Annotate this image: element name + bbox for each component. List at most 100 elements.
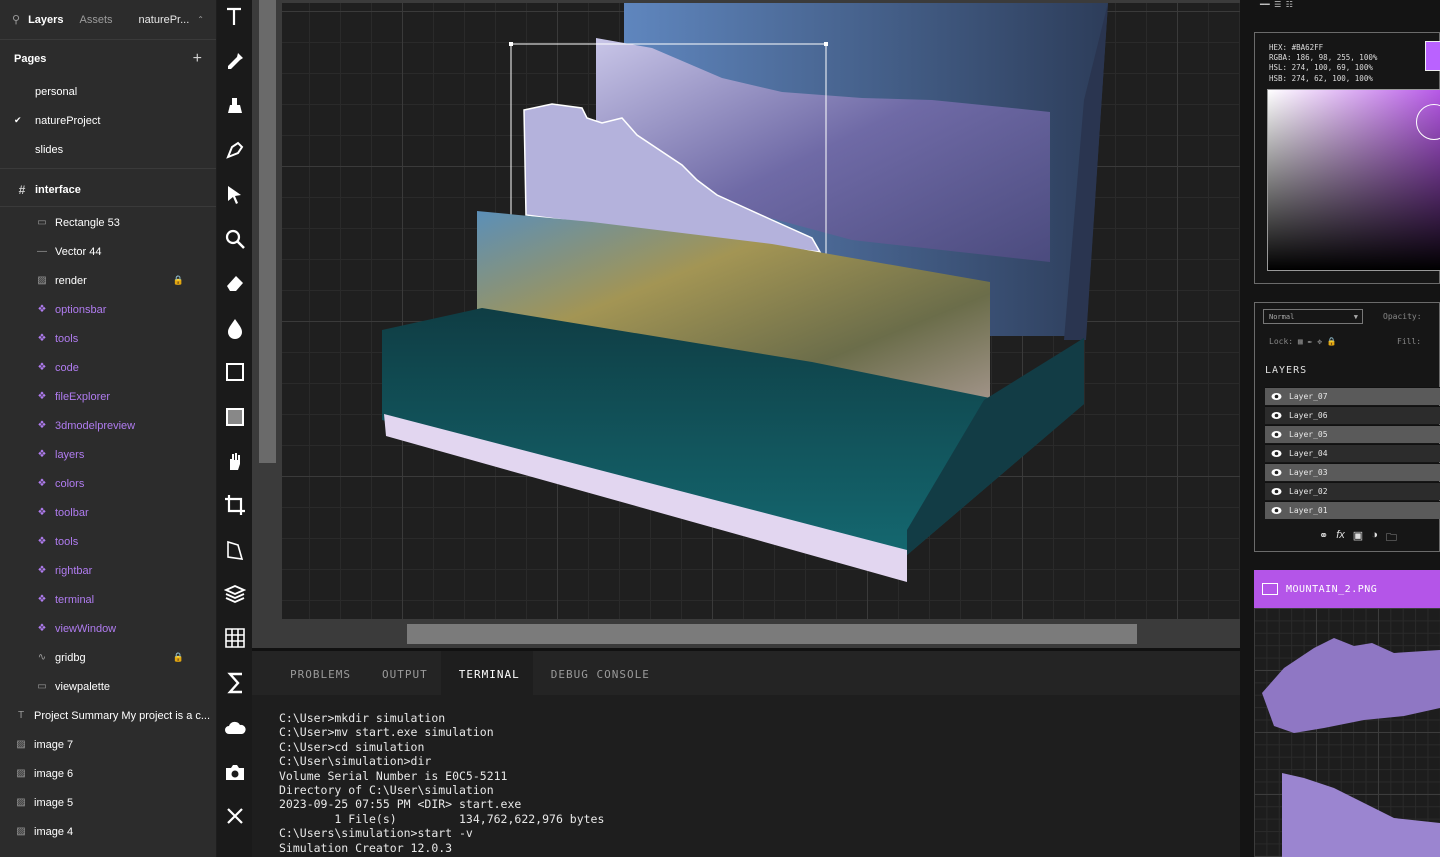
view-window[interactable] [252, 0, 1240, 648]
layer-item[interactable]: ❖ rightbar [0, 556, 216, 585]
layer-item[interactable]: ❖ tools [0, 324, 216, 353]
curves-icon[interactable] [223, 671, 247, 695]
layer-row[interactable]: Layer_03 [1265, 463, 1440, 481]
pages-header: Pages + [0, 41, 216, 77]
picker-handle[interactable] [1416, 104, 1440, 140]
eye-icon[interactable] [1271, 411, 1282, 420]
layer-item[interactable]: ▨ render 🔒 [0, 266, 216, 295]
crop-icon[interactable] [223, 493, 247, 517]
eye-icon[interactable] [1271, 468, 1282, 477]
layer-label: terminal [55, 593, 95, 606]
gradient-square-icon[interactable] [223, 405, 247, 429]
layer-item[interactable]: ❖ tools [0, 527, 216, 556]
layer-label: gridbg [55, 651, 86, 664]
layer-item[interactable]: ▨ image 4 [0, 817, 216, 846]
layer-item[interactable]: ▨ image 7 [0, 730, 216, 759]
eraser-icon[interactable] [223, 271, 247, 295]
layer-item[interactable]: ▨ image 5 [0, 788, 216, 817]
tab-debug-console[interactable]: DEBUG CONSOLE [533, 651, 663, 695]
camera-icon[interactable] [223, 760, 247, 784]
layers-stack-icon[interactable] [223, 582, 247, 606]
stamp-icon[interactable] [223, 94, 247, 118]
layer-item[interactable]: ❖ viewWindow [0, 614, 216, 643]
folder-icon[interactable]: 🗀 [1386, 529, 1397, 548]
pen-tool-icon[interactable] [223, 138, 247, 162]
layer-row[interactable]: Layer_05 [1265, 425, 1440, 443]
layer-item[interactable]: — Vector 44 [0, 237, 216, 266]
warp-grid-icon[interactable] [223, 626, 247, 650]
vector-icon: — [37, 246, 47, 257]
layer-item[interactable]: ❖ 3dmodelpreview [0, 411, 216, 440]
layer-row[interactable]: Layer_07 [1265, 387, 1440, 405]
eye-icon[interactable] [1271, 487, 1282, 496]
tab-problems[interactable]: PROBLEMS [272, 651, 364, 695]
eye-icon[interactable] [1271, 392, 1282, 401]
lock-icons[interactable]: ▩ ✒ ✥ 🔒 [1298, 337, 1337, 346]
lock-icon[interactable]: 🔒 [173, 275, 184, 286]
component-icon: ❖ [37, 565, 47, 576]
layer-label: 3dmodelpreview [55, 419, 136, 432]
tab-assets[interactable]: Assets [80, 14, 113, 26]
component-icon: ❖ [37, 420, 47, 431]
chevron-up-icon[interactable]: ⌃ [197, 15, 204, 24]
eye-icon[interactable] [1271, 430, 1282, 439]
layer-item[interactable]: ▨ image 6 [0, 759, 216, 788]
adjustment-icon[interactable]: ◑ [1371, 529, 1378, 548]
select-arrow-icon[interactable] [223, 183, 247, 207]
eyedropper-icon[interactable] [223, 49, 247, 73]
layer-row-label: Layer_05 [1289, 430, 1328, 439]
tab-terminal[interactable]: TERMINAL [440, 651, 533, 695]
layer-item[interactable]: ❖ colors [0, 469, 216, 498]
layer-item[interactable]: ❖ optionsbar [0, 295, 216, 324]
search-icon[interactable]: ⚲ [12, 13, 20, 26]
blend-mode-select[interactable]: Normal ▼ [1263, 309, 1363, 324]
selection-handle[interactable] [824, 42, 828, 46]
frame-interface[interactable]: # interface [0, 173, 216, 207]
tab-output[interactable]: OUTPUT [364, 651, 441, 695]
selection-handle[interactable] [509, 42, 513, 46]
cloud-icon[interactable] [223, 715, 247, 739]
layer-item[interactable]: ❖ layers [0, 440, 216, 469]
layer-item[interactable]: ❖ toolbar [0, 498, 216, 527]
project-name[interactable]: naturePr... [139, 14, 190, 26]
mask-icon[interactable]: ▣ [1353, 529, 1363, 548]
fx-icon[interactable]: fx [1336, 529, 1345, 548]
perspective-icon[interactable] [223, 538, 247, 562]
chevron-down-icon: ▼ [1353, 313, 1358, 321]
rectangle-tool-icon[interactable] [223, 360, 247, 384]
page-item[interactable]: slides [0, 135, 216, 164]
link-icon[interactable]: ⚭ [1319, 529, 1328, 548]
add-page-icon[interactable]: + [193, 50, 202, 68]
current-color-swatch[interactable] [1425, 41, 1440, 71]
tab-layers[interactable]: Layers [28, 14, 63, 26]
layer-row[interactable]: Layer_02 [1265, 482, 1440, 500]
eye-icon[interactable] [1271, 506, 1282, 515]
page-item[interactable]: ✔ natureProject [0, 106, 216, 135]
image-preview-canvas[interactable] [1254, 608, 1440, 857]
zoom-icon[interactable] [223, 227, 247, 251]
text-tool-icon[interactable] [223, 5, 247, 29]
layer-row[interactable]: Layer_01 [1265, 501, 1440, 519]
layer-row[interactable]: Layer_06 [1265, 406, 1440, 424]
layer-item[interactable]: ▭ viewpalette [0, 672, 216, 701]
opacity-label: Opacity: [1383, 312, 1422, 321]
terminal-output[interactable]: C:\User>mkdir simulation C:\User>mv start… [252, 695, 1240, 855]
terminal-panel: PROBLEMS OUTPUT TERMINAL DEBUG CONSOLE C:\U… [252, 648, 1240, 857]
eye-icon[interactable] [1271, 449, 1282, 458]
hand-tool-icon[interactable] [223, 449, 247, 473]
layer-item[interactable]: ❖ code [0, 353, 216, 382]
scissors-icon[interactable] [223, 804, 247, 828]
layer-item[interactable]: ❖ terminal [0, 585, 216, 614]
page-label: natureProject [35, 114, 101, 127]
layer-item[interactable]: ❖ fileExplorer [0, 382, 216, 411]
page-item[interactable]: personal [0, 77, 216, 106]
layer-item[interactable]: T Project Summary My project is a c... [0, 701, 216, 730]
layer-row[interactable]: Layer_04 [1265, 444, 1440, 462]
color-picker-field[interactable] [1267, 89, 1440, 271]
layer-item[interactable]: ∿ gridbg 🔒 [0, 643, 216, 672]
3d-model-preview[interactable] [252, 0, 1240, 648]
fill-drop-icon[interactable] [223, 316, 247, 340]
layer-item[interactable]: ▭ Rectangle 53 [0, 208, 216, 237]
image-icon: ▨ [16, 768, 26, 779]
lock-icon[interactable]: 🔒 [173, 652, 184, 663]
